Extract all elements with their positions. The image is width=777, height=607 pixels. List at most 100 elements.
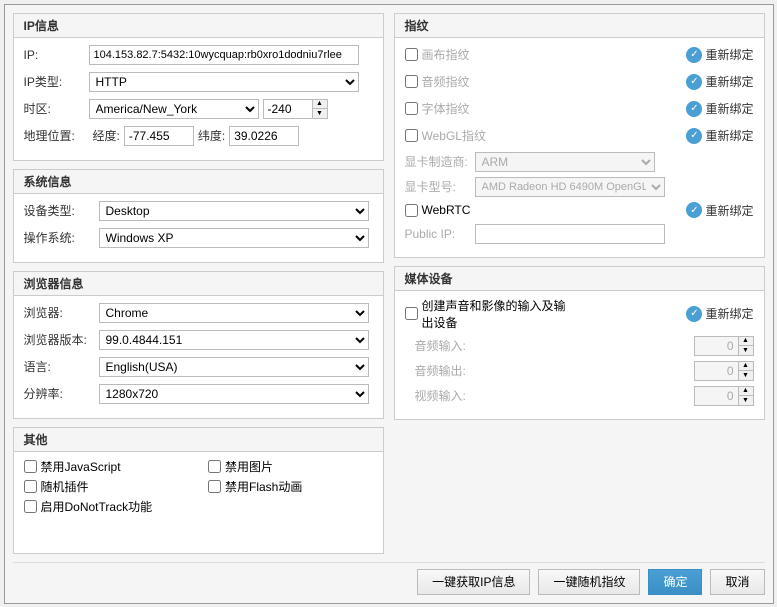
random-plugin-checkbox[interactable] <box>24 480 37 493</box>
webrtc-rebind-btn[interactable]: ✓ 重新绑定 <box>686 202 753 219</box>
font-rebind-btn[interactable]: ✓ 重新绑定 <box>686 100 753 117</box>
webrtc-row: WebRTC ✓ 重新绑定 <box>405 202 754 219</box>
longitude-input[interactable] <box>124 126 194 146</box>
timezone-offset-input[interactable] <box>263 99 313 119</box>
ip-type-row: IP类型: HTTP HTTPS SOCKS5 <box>24 71 373 93</box>
os-select[interactable]: Windows XP Windows 7 Windows 10 <box>99 228 369 248</box>
geo-label: 地理位置: <box>24 127 89 144</box>
webgl-rebind-label: 重新绑定 <box>705 127 753 144</box>
video-in-down[interactable]: ▼ <box>739 396 753 405</box>
timezone-up-btn[interactable]: ▲ <box>313 100 327 110</box>
audio-fp-label: 音频指纹 <box>422 73 470 90</box>
ip-input[interactable] <box>89 45 359 65</box>
webgl-rebind-icon: ✓ <box>686 128 702 144</box>
fingerprint-section: 指纹 画布指纹 ✓ 重新绑定 <box>394 13 765 258</box>
audio-in-down[interactable]: ▼ <box>739 346 753 355</box>
canvas-rebind-icon: ✓ <box>686 47 702 63</box>
audio-out-input[interactable] <box>694 361 739 381</box>
disable-img-checkbox[interactable] <box>208 460 221 473</box>
browser-version-row: 浏览器版本: 99.0.4844.151 <box>24 329 373 351</box>
canvas-fp-check[interactable]: 画布指纹 <box>405 46 525 63</box>
audio-out-spinner: ▲ ▼ <box>694 361 754 381</box>
create-device-check[interactable]: 创建声音和影像的输入及输出设备 <box>405 297 575 331</box>
random-plugin-check[interactable]: 随机插件 <box>24 478 189 495</box>
card-model-row: 显卡型号: AMD Radeon HD 6490M OpenGL E <box>405 177 754 197</box>
webrtc-checkbox[interactable] <box>405 204 418 217</box>
webgl-fp-row: WebGL指纹 ✓ 重新绑定 <box>405 125 754 147</box>
video-in-input[interactable] <box>694 386 739 406</box>
card-model-label: 显卡型号: <box>405 178 475 195</box>
disable-flash-check[interactable]: 禁用Flash动画 <box>208 478 373 495</box>
browser-select[interactable]: Chrome Firefox Safari Edge <box>99 303 369 323</box>
font-fp-checkbox[interactable] <box>405 102 418 115</box>
font-fp-check[interactable]: 字体指纹 <box>405 100 525 117</box>
public-ip-input[interactable] <box>475 224 665 244</box>
webrtc-rebind-icon: ✓ <box>686 202 702 218</box>
disable-js-checkbox[interactable] <box>24 460 37 473</box>
canvas-fp-label: 画布指纹 <box>422 46 470 63</box>
os-label: 操作系统: <box>24 229 99 246</box>
ip-section: IP信息 IP: IP类型: HTTP HTTPS SOCKS5 时区: <box>13 13 384 161</box>
video-in-up[interactable]: ▲ <box>739 387 753 397</box>
fingerprint-section-title: 指纹 <box>395 14 764 38</box>
system-section-title: 系统信息 <box>14 170 383 194</box>
webgl-fp-check[interactable]: WebGL指纹 <box>405 127 525 144</box>
cancel-button[interactable]: 取消 <box>710 569 764 595</box>
create-device-label: 创建声音和影像的输入及输出设备 <box>422 297 575 331</box>
font-rebind-label: 重新绑定 <box>705 100 753 117</box>
create-device-checkbox[interactable] <box>405 307 418 320</box>
media-section-title: 媒体设备 <box>395 267 764 291</box>
random-fp-button[interactable]: 一键随机指纹 <box>538 569 640 595</box>
timezone-select[interactable]: America/New_York <box>89 99 259 119</box>
device-label: 设备类型: <box>24 202 99 219</box>
confirm-button[interactable]: 确定 <box>648 569 702 595</box>
audio-rebind-btn[interactable]: ✓ 重新绑定 <box>686 73 753 90</box>
audio-fp-check[interactable]: 音频指纹 <box>405 73 525 90</box>
audio-out-up[interactable]: ▲ <box>739 362 753 372</box>
timezone-label: 时区: <box>24 100 89 117</box>
audio-in-label: 音频输入: <box>415 337 485 354</box>
video-in-spinner: ▲ ▼ <box>694 386 754 406</box>
longitude-label: 经度: <box>93 127 120 144</box>
audio-fp-checkbox[interactable] <box>405 75 418 88</box>
enable-dnt-check[interactable]: 启用DoNotTrack功能 <box>24 498 189 515</box>
webrtc-check[interactable]: WebRTC <box>405 203 525 217</box>
resolution-select[interactable]: 1280x720 1920x1080 1366x768 <box>99 384 369 404</box>
browser-section-title: 浏览器信息 <box>14 272 383 296</box>
get-ip-button[interactable]: 一键获取IP信息 <box>417 569 530 595</box>
public-ip-label: Public IP: <box>405 227 475 241</box>
webgl-fp-checkbox[interactable] <box>405 129 418 142</box>
timezone-row: 时区: America/New_York ▲ ▼ <box>24 98 373 120</box>
audio-in-up[interactable]: ▲ <box>739 337 753 347</box>
geo-row: 地理位置: 经度: 纬度: <box>24 125 373 147</box>
disable-img-check[interactable]: 禁用图片 <box>208 458 373 475</box>
canvas-fp-checkbox[interactable] <box>405 48 418 61</box>
disable-js-check[interactable]: 禁用JavaScript <box>24 458 189 475</box>
card-model-select[interactable]: AMD Radeon HD 6490M OpenGL E <box>475 177 665 197</box>
os-row: 操作系统: Windows XP Windows 7 Windows 10 <box>24 227 373 249</box>
language-select[interactable]: English(USA) <box>99 357 369 377</box>
webgl-rebind-btn[interactable]: ✓ 重新绑定 <box>686 127 753 144</box>
canvas-fp-row: 画布指纹 ✓ 重新绑定 <box>405 44 754 66</box>
card-vendor-select[interactable]: ARM <box>475 152 655 172</box>
webrtc-rebind-label: 重新绑定 <box>705 202 753 219</box>
audio-in-input[interactable] <box>694 336 739 356</box>
canvas-rebind-btn[interactable]: ✓ 重新绑定 <box>686 46 753 63</box>
timezone-offset-spinner[interactable]: ▲ ▼ <box>313 99 328 119</box>
timezone-down-btn[interactable]: ▼ <box>313 109 327 118</box>
disable-flash-checkbox[interactable] <box>208 480 221 493</box>
ip-label: IP: <box>24 48 89 62</box>
enable-dnt-checkbox[interactable] <box>24 500 37 513</box>
audio-out-down[interactable]: ▼ <box>739 371 753 380</box>
audio-in-row: 音频输入: ▲ ▼ <box>405 336 754 356</box>
latitude-input[interactable] <box>229 126 299 146</box>
device-select[interactable]: Desktop Mobile Tablet <box>99 201 369 221</box>
media-rebind-icon: ✓ <box>686 306 702 322</box>
audio-out-row: 音频输出: ▲ ▼ <box>405 361 754 381</box>
media-rebind-btn[interactable]: ✓ 重新绑定 <box>686 305 753 322</box>
video-in-label: 视频输入: <box>415 387 485 404</box>
ip-type-select[interactable]: HTTP HTTPS SOCKS5 <box>89 72 359 92</box>
browser-version-select[interactable]: 99.0.4844.151 <box>99 330 369 350</box>
audio-rebind-icon: ✓ <box>686 74 702 90</box>
ip-section-title: IP信息 <box>14 14 383 38</box>
